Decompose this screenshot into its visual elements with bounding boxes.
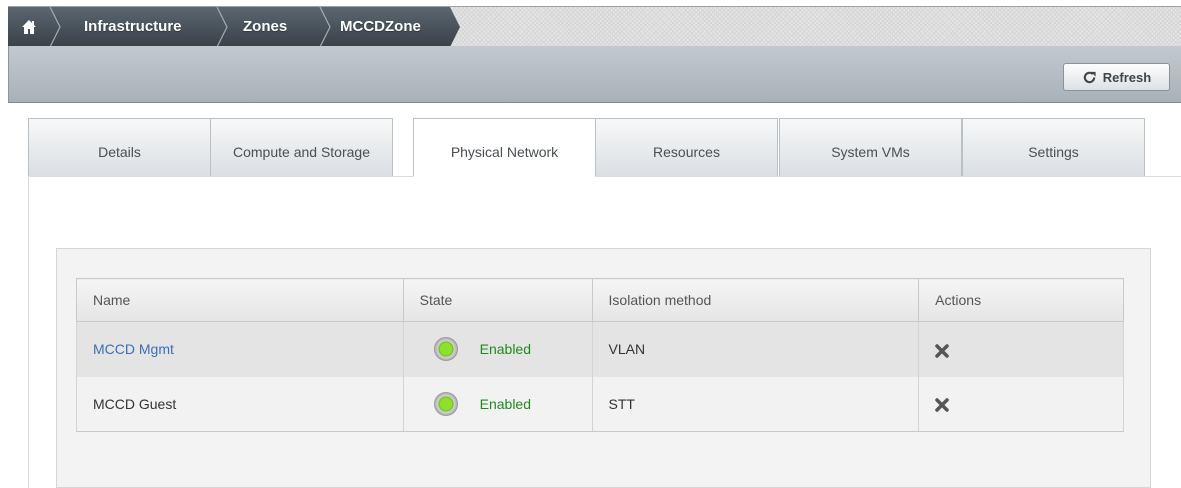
refresh-button[interactable]: Refresh	[1063, 63, 1170, 91]
cell-name[interactable]: MCCD Mgmt	[76, 321, 404, 377]
cell-isolation-method: STT	[591, 376, 920, 432]
table-row[interactable]: MCCD Mgmt Enabled VLAN	[76, 321, 1124, 377]
network-name-link[interactable]: MCCD Mgmt	[93, 341, 174, 357]
breadcrumb-trail: Infrastructure Zones MCCDZone	[8, 7, 460, 47]
breadcrumb-current-zone[interactable]: MCCDZone	[340, 7, 421, 47]
table-row[interactable]: MCCD Guest Enabled STT	[76, 376, 1124, 432]
tab-resources[interactable]: Resources	[595, 118, 778, 177]
tab-physical-network[interactable]: Physical Network	[413, 118, 596, 177]
home-icon[interactable]	[21, 19, 37, 35]
breadcrumb-infrastructure[interactable]: Infrastructure	[84, 7, 182, 47]
physical-network-table: Name State Isolation method Actions MCCD…	[76, 278, 1124, 432]
status-indicator-icon	[433, 391, 458, 416]
column-header-state[interactable]: State	[402, 278, 593, 322]
column-header-isolation-method[interactable]: Isolation method	[591, 278, 920, 322]
tab-bar: Details Compute and Storage Physical Net…	[28, 118, 1146, 177]
cell-state: Enabled	[402, 376, 593, 432]
state-label: Enabled	[479, 395, 532, 412]
refresh-label: Refresh	[1102, 69, 1152, 85]
table-header-row: Name State Isolation method Actions	[76, 278, 1124, 322]
remove-icon[interactable]	[935, 344, 949, 358]
toolbar: Refresh	[8, 46, 1181, 103]
network-name[interactable]: MCCD Guest	[93, 396, 176, 412]
cell-actions	[918, 376, 1124, 432]
cell-isolation-method: VLAN	[591, 321, 920, 377]
column-header-name[interactable]: Name	[76, 278, 404, 322]
tab-compute-and-storage[interactable]: Compute and Storage	[210, 118, 393, 177]
tab-settings[interactable]: Settings	[962, 118, 1145, 177]
tab-system-vms[interactable]: System VMs	[779, 118, 962, 177]
cell-actions	[918, 321, 1124, 377]
column-header-actions: Actions	[918, 278, 1124, 322]
status-indicator-icon	[433, 337, 458, 362]
breadcrumb-zones[interactable]: Zones	[243, 7, 287, 47]
cell-name[interactable]: MCCD Guest	[76, 376, 404, 432]
tab-details[interactable]: Details	[28, 118, 211, 177]
cell-state: Enabled	[402, 321, 593, 377]
breadcrumb: Infrastructure Zones MCCDZone	[8, 6, 1181, 47]
refresh-icon	[1083, 71, 1096, 83]
state-label: Enabled	[479, 341, 532, 358]
remove-icon[interactable]	[935, 398, 949, 412]
